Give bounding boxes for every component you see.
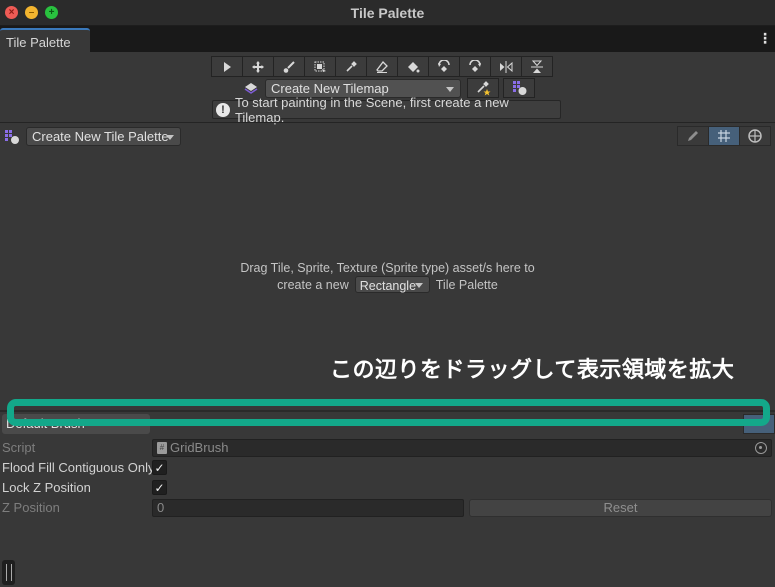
kebab-menu-icon[interactable]: ⋮ <box>758 31 772 45</box>
eyedropper-icon <box>346 60 357 72</box>
toggle-gizmos-button[interactable] <box>739 126 771 146</box>
script-value: GridBrush <box>170 440 229 455</box>
tab-tile-palette[interactable]: Tile Palette <box>0 28 90 52</box>
palette-drop-area[interactable]: Drag Tile, Sprite, Texture (Sprite type)… <box>0 260 775 293</box>
help-text: To start painting in the Scene, first cr… <box>234 94 509 125</box>
z-position-value: 0 <box>157 500 165 515</box>
tile-palette-value: Create New Tile Palette <box>32 129 169 144</box>
tile-palette-dropdown[interactable]: Create New Tile Palette <box>26 127 181 146</box>
flip-y-tool-button[interactable] <box>521 56 553 77</box>
eraser-icon <box>376 60 388 73</box>
flip-x-tool-button[interactable] <box>490 56 522 77</box>
chevron-down-icon <box>446 86 454 92</box>
script-field[interactable]: # GridBrush <box>152 439 772 457</box>
annotation-caption: この辺りをドラッグして表示領域を拡大 <box>330 358 735 383</box>
chevron-down-icon <box>414 283 423 288</box>
move-tool-button[interactable] <box>242 56 274 77</box>
edit-pencil-icon <box>688 131 698 141</box>
checkmark-icon: ✓ <box>154 460 165 475</box>
paint-bucket-icon <box>408 61 420 72</box>
rotate-ccw-tool-button[interactable] <box>428 56 460 77</box>
paint-tool-button[interactable] <box>273 56 305 77</box>
lock-z-label: Lock Z Position <box>2 480 91 495</box>
active-tilemap-value: Create New Tilemap <box>271 80 389 96</box>
reset-button[interactable]: Reset <box>469 499 772 517</box>
help-box: ! To start painting in the Scene, first … <box>212 95 561 125</box>
drop-hint-suffix: Tile Palette <box>435 277 498 292</box>
lock-z-checkbox[interactable]: ✓ <box>152 480 167 495</box>
box-fill-icon <box>314 61 326 72</box>
palette-view-tools <box>677 126 771 146</box>
divider <box>0 122 775 123</box>
box-fill-tool-button[interactable] <box>304 56 336 77</box>
rotate-cw-tool-button[interactable] <box>459 56 491 77</box>
flood-fill-checkbox[interactable]: ✓ <box>152 460 167 475</box>
info-icon: ! <box>216 102 230 117</box>
resize-handle[interactable] <box>2 560 15 585</box>
palette-selector-row: Create New Tile Palette <box>4 127 181 146</box>
palette-shape-dropdown[interactable]: Rectangle <box>354 276 430 293</box>
drop-hint-line-1: Drag Tile, Sprite, Texture (Sprite type)… <box>240 261 535 275</box>
drop-hint-prefix: create a new <box>277 277 349 292</box>
flip-vertical-icon <box>531 60 543 73</box>
z-position-input[interactable]: 0 <box>152 499 464 517</box>
checkmark-icon: ✓ <box>154 480 165 495</box>
script-label: Script <box>2 440 36 455</box>
pick-tool-button[interactable] <box>335 56 367 77</box>
edit-palette-button[interactable] <box>677 126 709 146</box>
arrow-cursor-icon <box>224 61 231 72</box>
window-title: Tile Palette <box>350 5 425 21</box>
toggle-grid-button[interactable] <box>708 126 740 146</box>
erase-tool-button[interactable] <box>366 56 398 77</box>
flood-fill-tool-button[interactable] <box>397 56 429 77</box>
palette-shape-value: Rectangle <box>359 279 417 293</box>
grid-icon <box>718 130 730 142</box>
tile-palette-icon <box>5 129 19 144</box>
paintbrush-icon <box>283 60 295 73</box>
tool-strip <box>211 56 553 77</box>
tab-bar: Tile Palette ⋮ <box>0 26 775 52</box>
z-position-label: Z Position <box>2 500 60 515</box>
move-arrows-icon <box>252 60 264 73</box>
annotation-highlight-box <box>7 399 770 426</box>
rotate-left-icon <box>438 59 450 72</box>
chevron-down-icon <box>166 135 174 140</box>
gizmo-sphere-icon <box>748 129 762 143</box>
title-bar: × – + Tile Palette <box>0 0 775 26</box>
flood-fill-label: Flood Fill Contiguous Only <box>2 460 155 475</box>
flip-horizontal-icon <box>500 60 513 73</box>
select-tool-button[interactable] <box>211 56 243 77</box>
rotate-right-icon <box>469 59 481 72</box>
script-file-icon: # <box>157 442 167 454</box>
object-picker-icon[interactable] <box>755 442 767 454</box>
